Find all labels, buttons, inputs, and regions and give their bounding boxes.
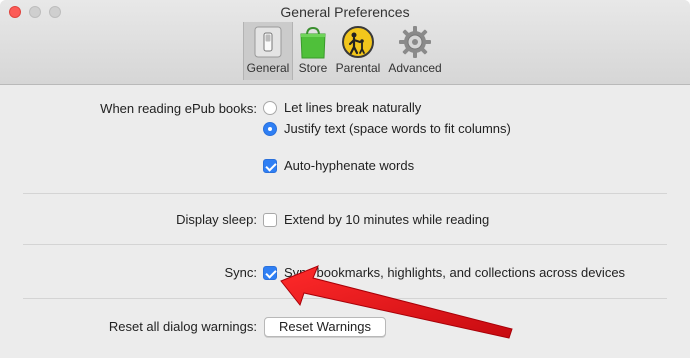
radio-natural-breaks-label: Let lines break naturally — [284, 100, 422, 115]
tab-store[interactable]: Store — [295, 22, 331, 80]
reset-warnings-button[interactable]: Reset Warnings — [264, 317, 386, 337]
tab-general[interactable]: General — [243, 22, 293, 80]
divider — [23, 193, 667, 194]
radio-natural-breaks-control[interactable] — [263, 101, 277, 115]
tab-parental[interactable]: Parental — [334, 22, 382, 80]
checkbox-sync-label: Sync bookmarks, highlights, and collecti… — [284, 265, 626, 280]
tab-advanced-label: Advanced — [388, 61, 442, 75]
preferences-content: When reading ePub books: Let lines break… — [0, 85, 690, 358]
checkbox-extend-sleep-label: Extend by 10 minutes while reading — [284, 212, 490, 227]
reset-label: Reset all dialog warnings: — [108, 319, 257, 334]
checkbox-extend-sleep-control[interactable] — [263, 213, 277, 227]
tab-general-label: General — [246, 61, 290, 75]
window-title: General Preferences — [280, 4, 410, 20]
gear-icon — [399, 26, 431, 58]
epub-label: When reading ePub books: — [100, 101, 257, 116]
radio-justify-text-control[interactable] — [263, 122, 277, 136]
tab-parental-label: Parental — [335, 61, 381, 75]
divider — [23, 298, 667, 299]
checkbox-auto-hyphenate-label: Auto-hyphenate words — [284, 158, 415, 173]
preferences-window: General Preferences General Store Parent… — [0, 0, 690, 358]
checkbox-auto-hyphenate-control[interactable] — [263, 159, 277, 173]
tab-store-label: Store — [298, 61, 328, 75]
tab-advanced[interactable]: Advanced — [385, 22, 445, 80]
titlebar: General Preferences General Store Parent… — [0, 0, 690, 85]
sync-label: Sync: — [224, 265, 257, 280]
display-sleep-label: Display sleep: — [176, 212, 257, 227]
divider — [23, 244, 667, 245]
general-switch-icon — [254, 26, 282, 58]
store-bag-icon — [300, 26, 326, 59]
parental-controls-icon — [342, 26, 374, 58]
checkbox-sync-control[interactable] — [263, 266, 277, 280]
radio-justify-text-label: Justify text (space words to fit columns… — [284, 121, 511, 136]
